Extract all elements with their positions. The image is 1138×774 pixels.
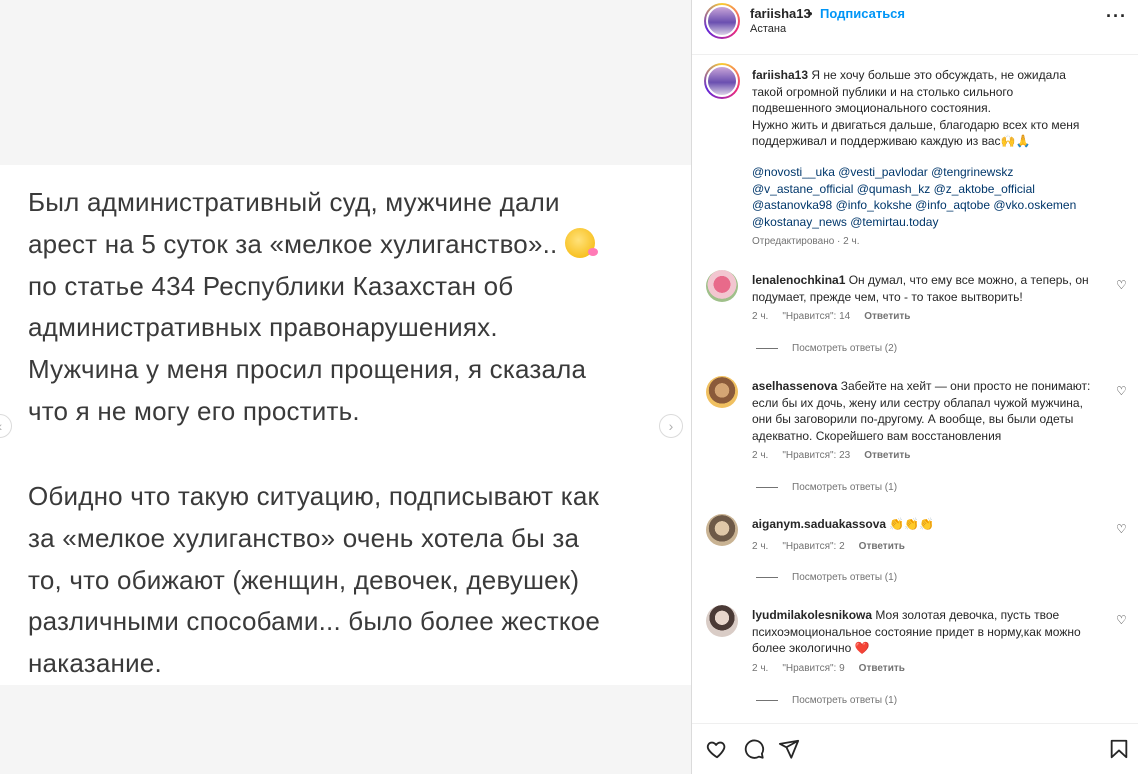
post-media: Был административный суд, мужчине дали а… [0,0,692,774]
post-sidebar: fariisha13 • Подписаться Астана ··· fari… [692,0,1138,774]
like-comment-heart-icon[interactable]: ♡ [1116,613,1127,627]
view-replies-button[interactable]: Посмотреть ответы (1) [756,695,897,706]
commenter-username[interactable]: lyudmilakolesnikowa [752,608,872,622]
commenter-username[interactable]: aiganym.saduakassova [752,517,886,531]
post-caption: fariisha13 Я не хочу больше это обсуждат… [752,67,1092,150]
caption-text-2: Нужно жить и двигаться дальше, благодарю… [752,117,1080,149]
commenter-username[interactable]: lenalenochkina1 [752,273,845,287]
comment-time: 2 ч. [752,311,769,322]
commenter-avatar[interactable] [706,605,738,637]
woozy-emoji-icon [564,227,598,258]
post-location[interactable]: Астана [750,23,786,35]
bookmark-icon[interactable] [1108,738,1130,760]
comment-icon[interactable] [743,738,765,760]
post-header: fariisha13 • Подписаться Астана ··· [692,0,1138,55]
view-replies-button[interactable]: Посмотреть ответы (1) [756,482,897,493]
reply-button[interactable]: Ответить [864,450,910,461]
author-username[interactable]: fariisha13 [750,6,811,21]
commenter-username[interactable]: aselhassenova [752,379,837,393]
commenter-avatar[interactable] [706,376,738,408]
comment-likes[interactable]: "Нравится": 14 [782,311,850,322]
caption-tags[interactable]: @novosti__uka @vesti_pavlodar @tengrinew… [752,164,1092,230]
more-options-icon[interactable]: ··· [1106,6,1127,27]
media-paragraph-1: Был административный суд, мужчине дали а… [28,182,668,433]
comment-time: 2 ч. [752,663,769,674]
caption-username[interactable]: fariisha13 [752,68,808,82]
follow-button[interactable]: Подписаться [820,6,905,21]
media-paragraph-2: Обидно что такую ситуацию, подписывают к… [28,481,601,679]
view-replies-button[interactable]: Посмотреть ответы (1) [756,572,897,583]
commenter-avatar[interactable] [706,514,738,546]
action-bar [692,723,1138,774]
edited-timestamp: Отредактировано · 2 ч. [752,236,860,247]
like-comment-heart-icon[interactable]: ♡ [1116,522,1127,536]
comment-text: 👏👏👏 [889,517,935,531]
reply-button[interactable]: Ответить [864,311,910,322]
like-comment-heart-icon[interactable]: ♡ [1116,278,1127,292]
heart-icon[interactable] [706,738,728,760]
author-avatar[interactable] [704,3,740,39]
view-replies-button[interactable]: Посмотреть ответы (2) [756,343,897,354]
separator-dot: • [808,6,813,21]
comment-likes[interactable]: "Нравится": 23 [782,450,850,461]
comment-time: 2 ч. [752,541,769,552]
reply-button[interactable]: Ответить [859,663,905,674]
comment-likes[interactable]: "Нравится": 2 [782,541,844,552]
caption-avatar[interactable] [704,63,740,99]
share-icon[interactable] [778,738,800,760]
like-comment-heart-icon[interactable]: ♡ [1116,384,1127,398]
commenter-avatar[interactable] [706,270,738,302]
comment-likes[interactable]: "Нравится": 9 [782,663,844,674]
reply-button[interactable]: Ответить [859,541,905,552]
next-arrow-icon[interactable]: › [659,414,683,438]
comment-time: 2 ч. [752,450,769,461]
